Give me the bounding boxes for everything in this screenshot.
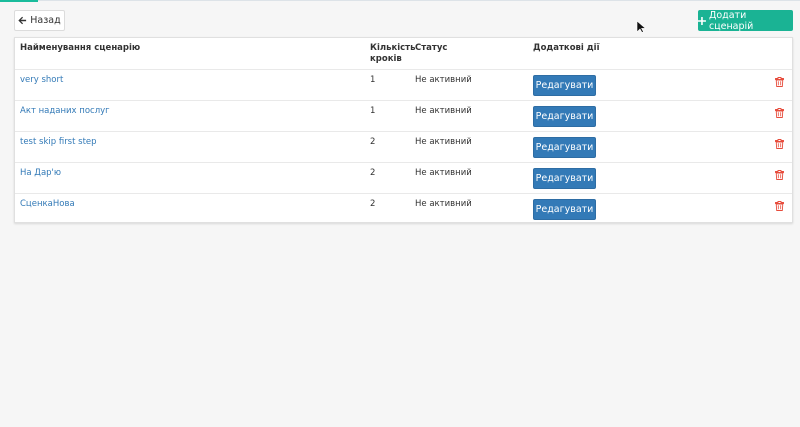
trash-icon[interactable] bbox=[775, 108, 784, 118]
edit-button[interactable]: Редагувати bbox=[533, 137, 596, 158]
table-row: СценкаНова 2 Не активний Редагувати bbox=[15, 193, 792, 223]
top-divider bbox=[0, 0, 800, 1]
header-steps-line1: Кількість bbox=[370, 43, 416, 53]
trash-icon[interactable] bbox=[775, 139, 784, 149]
status-text: Не активний bbox=[415, 168, 472, 178]
scenario-name-link[interactable]: Акт наданих послуг bbox=[20, 106, 110, 116]
status-text: Не активний bbox=[415, 75, 472, 85]
add-scenario-button[interactable]: Додати сценарій bbox=[698, 9, 793, 32]
scenarios-table: Найменування сценарію Кількість кроків С… bbox=[14, 37, 793, 223]
scenario-name-link[interactable]: На Дар'ю bbox=[20, 168, 61, 178]
trash-icon[interactable] bbox=[775, 170, 784, 180]
table-header-row: Найменування сценарію Кількість кроків С… bbox=[15, 38, 792, 69]
header-name: Найменування сценарію bbox=[20, 43, 141, 53]
steps-count: 1 bbox=[370, 75, 376, 85]
status-text: Не активний bbox=[415, 137, 472, 147]
scenario-name-link[interactable]: very short bbox=[20, 75, 63, 85]
status-text: Не активний bbox=[415, 106, 472, 116]
header-steps-line2: кроків bbox=[370, 54, 402, 64]
scenario-name-link[interactable]: test skip first step bbox=[20, 137, 97, 147]
plus-icon bbox=[698, 16, 706, 25]
back-button[interactable]: Назад bbox=[14, 10, 65, 31]
header-extra-actions: Додаткові дії bbox=[533, 43, 600, 53]
table-row: На Дар'ю 2 Не активний Редагувати bbox=[15, 162, 792, 193]
status-text: Не активний bbox=[415, 199, 472, 209]
trash-icon[interactable] bbox=[775, 77, 784, 87]
trash-icon[interactable] bbox=[775, 201, 784, 211]
steps-count: 2 bbox=[370, 199, 376, 209]
cursor-icon bbox=[636, 20, 646, 33]
arrow-left-icon bbox=[18, 16, 27, 25]
edit-button[interactable]: Редагувати bbox=[533, 75, 596, 96]
table-row: test skip first step 2 Не активний Редаг… bbox=[15, 131, 792, 162]
header-steps: Кількість кроків bbox=[370, 43, 415, 65]
scenario-name-link[interactable]: СценкаНова bbox=[20, 199, 75, 209]
table-row: Акт наданих послуг 1 Не активний Редагув… bbox=[15, 100, 792, 131]
steps-count: 1 bbox=[370, 106, 376, 116]
table-row: very short 1 Не активний Редагувати bbox=[15, 69, 792, 100]
edit-button[interactable]: Редагувати bbox=[533, 168, 596, 189]
progress-accent bbox=[0, 0, 38, 2]
back-button-label: Назад bbox=[30, 15, 61, 26]
add-scenario-button-label: Додати сценарій bbox=[708, 9, 754, 32]
edit-button[interactable]: Редагувати bbox=[533, 199, 596, 220]
header-status: Статус bbox=[415, 43, 448, 53]
steps-count: 2 bbox=[370, 168, 376, 178]
edit-button[interactable]: Редагувати bbox=[533, 106, 596, 127]
steps-count: 2 bbox=[370, 137, 376, 147]
